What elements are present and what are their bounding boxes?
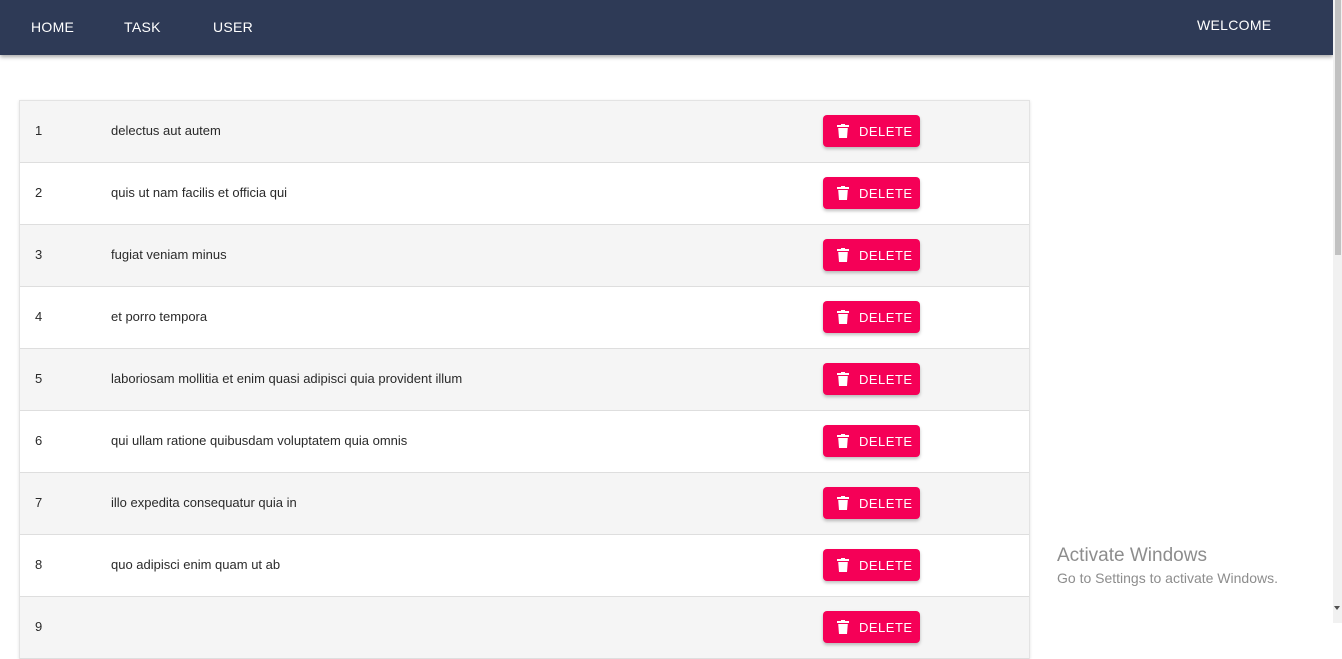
nav-task-link[interactable]: TASK [124, 19, 161, 35]
trash-icon [837, 124, 849, 138]
task-title: et porro tempora [111, 309, 208, 324]
delete-button[interactable]: DELETE [823, 301, 920, 333]
delete-label: DELETE [859, 371, 913, 387]
activate-windows-subtitle: Go to Settings to activate Windows. [1057, 570, 1278, 586]
task-title: laboriosam mollitia et enim quasi adipis… [111, 371, 463, 386]
trash-icon [837, 558, 849, 572]
delete-label: DELETE [859, 433, 913, 449]
scroll-down-arrow-icon[interactable] [1334, 606, 1340, 610]
task-title: delectus aut autem [111, 123, 221, 138]
task-id: 6 [35, 433, 43, 448]
delete-label: DELETE [859, 619, 913, 635]
table-row: 7 illo expedita consequatur quia in DELE… [20, 473, 1029, 535]
task-id: 5 [35, 371, 43, 386]
task-title: illo expedita consequatur quia in [111, 495, 297, 510]
nav-home-link[interactable]: HOME [31, 19, 74, 35]
delete-label: DELETE [859, 123, 913, 139]
table-row: 2 quis ut nam facilis et officia qui DEL… [20, 163, 1029, 225]
table-row: 8 quo adipisci enim quam ut ab DELETE [20, 535, 1029, 597]
table-row: 4 et porro tempora DELETE [20, 287, 1029, 349]
trash-icon [837, 620, 849, 634]
delete-button[interactable]: DELETE [823, 239, 920, 271]
top-navbar: HOME TASK USER WELCOME [0, 0, 1333, 55]
task-id: 4 [35, 309, 43, 324]
task-id: 2 [35, 185, 43, 200]
task-title: qui ullam ratione quibusdam voluptatem q… [111, 433, 408, 448]
delete-label: DELETE [859, 247, 913, 263]
trash-icon [837, 248, 849, 262]
task-title: quo adipisci enim quam ut ab [111, 557, 281, 572]
delete-label: DELETE [859, 557, 913, 573]
table-row: 1 delectus aut autem DELETE [20, 101, 1029, 163]
task-title: quis ut nam facilis et officia qui [111, 185, 288, 200]
task-id: 7 [35, 495, 43, 510]
scrollbar-thumb[interactable] [1335, 0, 1341, 255]
trash-icon [837, 434, 849, 448]
delete-button[interactable]: DELETE [823, 549, 920, 581]
activate-windows-title: Activate Windows [1057, 545, 1207, 566]
delete-button[interactable]: DELETE [823, 177, 920, 209]
task-id: 3 [35, 247, 43, 262]
task-id: 9 [35, 619, 43, 634]
delete-button[interactable]: DELETE [823, 363, 920, 395]
task-id: 8 [35, 557, 43, 572]
table-row: 6 qui ullam ratione quibusdam voluptatem… [20, 411, 1029, 473]
delete-label: DELETE [859, 309, 913, 325]
task-id: 1 [35, 123, 43, 138]
task-title: fugiat veniam minus [111, 247, 227, 262]
delete-label: DELETE [859, 185, 913, 201]
table-row: 5 laboriosam mollitia et enim quasi adip… [20, 349, 1029, 411]
trash-icon [837, 310, 849, 324]
trash-icon [837, 496, 849, 510]
welcome-label: WELCOME [1197, 17, 1272, 33]
table-row: 9 DELETE [20, 597, 1029, 659]
table-row: 3 fugiat veniam minus DELETE [20, 225, 1029, 287]
trash-icon [837, 186, 849, 200]
nav-user-link[interactable]: USER [213, 19, 253, 35]
delete-button[interactable]: DELETE [823, 611, 920, 643]
task-table: 1 delectus aut autem DELETE 2 quis ut na… [19, 100, 1030, 659]
delete-button[interactable]: DELETE [823, 425, 920, 457]
delete-button[interactable]: DELETE [823, 487, 920, 519]
trash-icon [837, 372, 849, 386]
delete-label: DELETE [859, 495, 913, 511]
delete-button[interactable]: DELETE [823, 115, 920, 147]
